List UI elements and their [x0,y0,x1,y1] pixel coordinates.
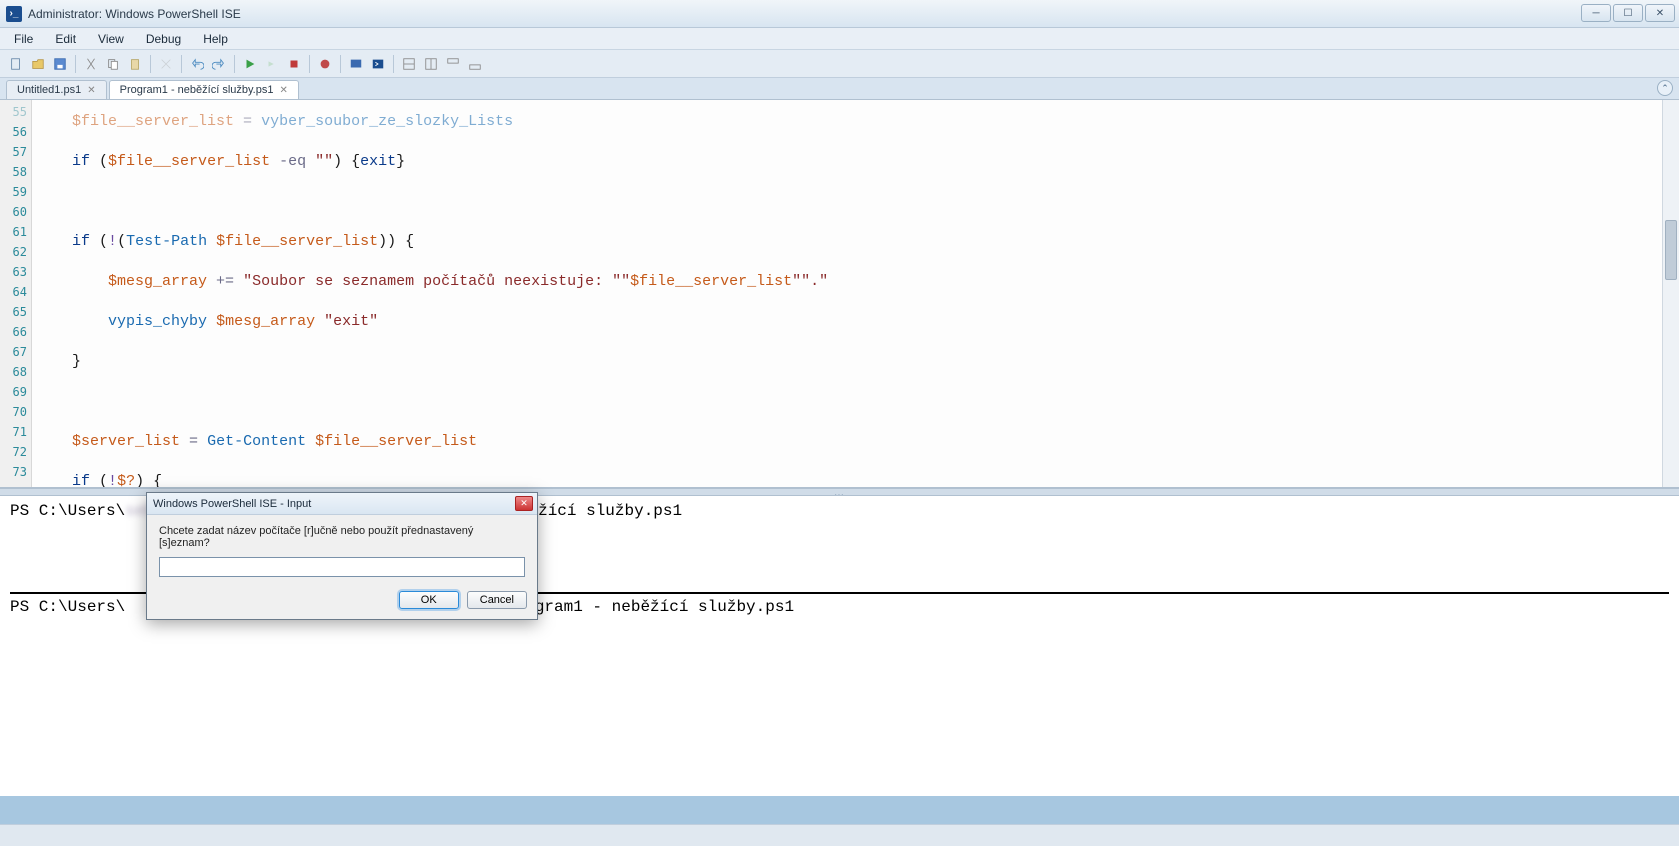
run-selection-icon[interactable] [262,54,282,74]
line-number: 72 [0,442,27,462]
line-number: 68 [0,362,27,382]
line-number: 57 [0,142,27,162]
window-controls: ─ ☐ ✕ [1581,4,1675,22]
scrollbar-thumb[interactable] [1665,220,1677,280]
line-number: 64 [0,282,27,302]
line-number: 55 [0,102,27,122]
code-area[interactable]: $file__server_list = vyber_soubor_ze_slo… [32,100,1662,487]
new-remote-icon[interactable] [346,54,366,74]
dialog-title: Windows PowerShell ISE - Input [153,498,311,510]
stop-icon[interactable] [284,54,304,74]
line-number: 69 [0,382,27,402]
line-number: 60 [0,202,27,222]
script-editor[interactable]: 55 56 57 58 59 60 61 62 63 64 65 66 67 6… [0,100,1679,488]
line-number-gutter: 55 56 57 58 59 60 61 62 63 64 65 66 67 6… [0,100,32,487]
menu-help[interactable]: Help [193,30,238,48]
tab-program1[interactable]: Program1 - neběžící služby.ps1 ✕ [109,80,299,99]
line-number: 67 [0,342,27,362]
tab-label: Untitled1.ps1 [17,84,81,96]
ok-button[interactable]: OK [399,591,459,609]
editor-scrollbar[interactable] [1662,100,1679,487]
menu-file[interactable]: File [4,30,43,48]
input-dialog: Windows PowerShell ISE - Input ✕ Chcete … [146,492,538,620]
copy-icon[interactable] [103,54,123,74]
breakpoint-icon[interactable] [315,54,335,74]
line-number: 59 [0,182,27,202]
line-number: 58 [0,162,27,182]
undo-icon[interactable] [187,54,207,74]
new-icon[interactable] [6,54,26,74]
layout4-icon[interactable] [465,54,485,74]
minimize-button[interactable]: ─ [1581,4,1611,22]
dialog-close-icon[interactable]: ✕ [515,496,533,511]
clear-icon[interactable] [156,54,176,74]
window-title: Administrator: Windows PowerShell ISE [28,7,241,21]
line-number: 70 [0,402,27,422]
powershell-icon[interactable] [368,54,388,74]
menu-view[interactable]: View [88,30,134,48]
redo-icon[interactable] [209,54,229,74]
close-icon[interactable]: ✕ [279,85,287,96]
open-icon[interactable] [28,54,48,74]
cut-icon[interactable] [81,54,101,74]
dialog-prompt: Chcete zadat název počítače [r]učně nebo… [159,525,525,549]
menu-debug[interactable]: Debug [136,30,191,48]
save-icon[interactable] [50,54,70,74]
window-titlebar: ›_ Administrator: Windows PowerShell ISE… [0,0,1679,28]
toolbar [0,50,1679,78]
collapse-panel-icon[interactable]: ⌃ [1657,80,1673,96]
cancel-button[interactable]: Cancel [467,591,527,609]
editor-tabstrip: Untitled1.ps1 ✕ Program1 - neběžící služ… [0,78,1679,100]
layout2-icon[interactable] [421,54,441,74]
line-number: 71 [0,422,27,442]
menu-edit[interactable]: Edit [45,30,86,48]
line-number: 56 [0,122,27,142]
app-icon: ›_ [6,6,22,22]
line-number: 66 [0,322,27,342]
close-button[interactable]: ✕ [1645,4,1675,22]
status-bar [0,824,1679,846]
dialog-input[interactable] [159,557,525,577]
layout3-icon[interactable] [443,54,463,74]
line-number: 65 [0,302,27,322]
tab-label: Program1 - neběžící služby.ps1 [120,84,274,96]
maximize-button[interactable]: ☐ [1613,4,1643,22]
close-icon[interactable]: ✕ [87,85,95,96]
tab-untitled1[interactable]: Untitled1.ps1 ✕ [6,80,107,99]
line-number: 61 [0,222,27,242]
menu-bar: File Edit View Debug Help [0,28,1679,50]
paste-icon[interactable] [125,54,145,74]
layout1-icon[interactable] [399,54,419,74]
line-number: 62 [0,242,27,262]
line-number: 73 [0,462,27,482]
run-script-icon[interactable] [240,54,260,74]
line-number: 63 [0,262,27,282]
dialog-titlebar[interactable]: Windows PowerShell ISE - Input ✕ [147,493,537,515]
